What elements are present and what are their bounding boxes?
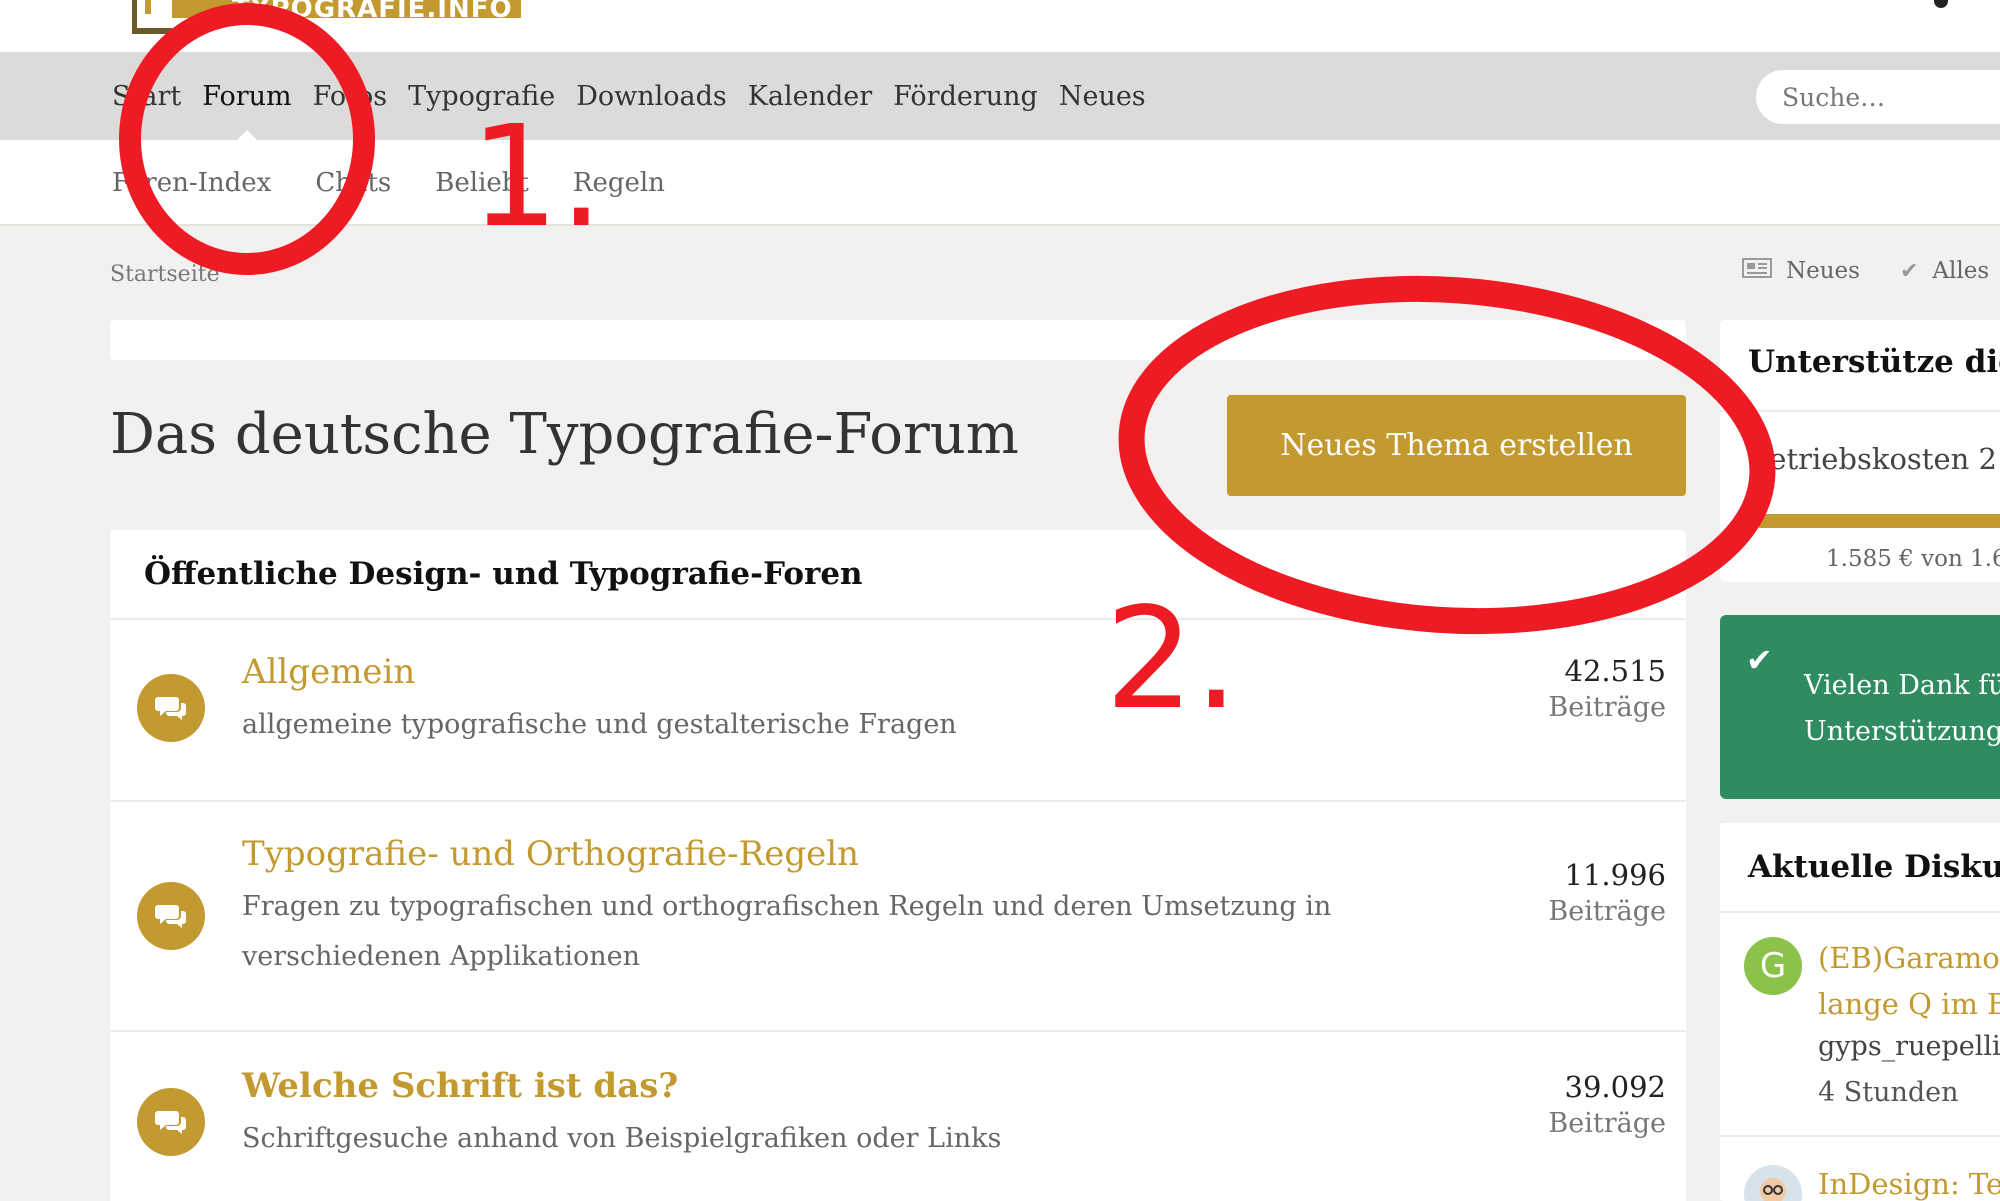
forum-stats: 11.996 Beiträge: [1548, 858, 1666, 927]
post-count: 39.092: [1564, 1070, 1666, 1104]
user-icon[interactable]: [1934, 0, 1948, 8]
post-count-label: Beiträge: [1548, 1108, 1666, 1139]
check-icon: ✔: [1899, 258, 1919, 284]
notice-bar: [110, 320, 1686, 360]
forum-description: allgemeine typografische und gestalteris…: [242, 709, 957, 740]
thanks-line-2: Unterstützung!: [1804, 716, 2000, 747]
breadcrumb[interactable]: Startseite: [110, 262, 220, 287]
forum-row-welche-schrift[interactable]: Welche Schrift ist das? Schriftgesuche a…: [110, 1032, 1686, 1201]
forum-stats: 42.515 Beiträge: [1548, 654, 1666, 723]
new-thread-button[interactable]: Neues Thema erstellen: [1227, 395, 1686, 496]
site-header: TYPOGRAFIE.INFO: [0, 0, 2000, 52]
support-title: Unterstütze die: [1748, 344, 2000, 380]
funding-progress-bar: [1754, 514, 2000, 528]
quick-links: Neues ✔ Alles: [1742, 258, 1989, 284]
forum-chat-icon: [137, 1088, 205, 1156]
post-count: 42.515: [1564, 654, 1666, 688]
sub-nav: Foren-Index Chats Beliebt Regeln: [0, 140, 2000, 226]
newspaper-icon: [1742, 258, 1772, 284]
post-count-label: Beiträge: [1548, 692, 1666, 723]
nav-item-start[interactable]: Start: [112, 81, 181, 112]
subnav-item-chats[interactable]: Chats: [315, 168, 391, 198]
forum-block: Öffentliche Design- und Typografie-Foren…: [110, 530, 1686, 1201]
discussions-title: Aktuelle Diskus: [1748, 849, 2000, 885]
post-count: 11.996: [1564, 858, 1666, 892]
forum-description: Schriftgesuche anhand von Beispielgrafik…: [242, 1123, 1002, 1154]
support-card: Unterstütze die Betriebskosten 2 1.585 €…: [1720, 320, 2000, 582]
discussion-time: 4 Stunden: [1818, 1077, 1959, 1108]
avatar[interactable]: [1744, 1165, 1802, 1201]
search-input[interactable]: Suche…: [1756, 70, 2000, 124]
forum-chat-icon: [137, 674, 205, 742]
annotation-step-1: 1.: [470, 96, 604, 259]
quick-link-neues-label: Neues: [1786, 258, 1860, 284]
forum-title[interactable]: Allgemein: [242, 652, 415, 692]
nav-item-forum[interactable]: Forum: [202, 81, 291, 112]
divider: [1720, 410, 2000, 412]
divider: [1720, 911, 2000, 913]
forum-stats: 39.092 Beiträge: [1548, 1070, 1666, 1139]
divider: [1720, 1135, 2000, 1137]
logo-icon: [132, 0, 172, 34]
discussion-title[interactable]: InDesign: Tex: [1818, 1167, 2000, 1201]
subnav-item-foren-index[interactable]: Foren-Index: [112, 168, 271, 198]
post-count-label: Beiträge: [1548, 896, 1666, 927]
annotation-step-2: 2.: [1105, 578, 1239, 741]
funding-amount: 1.585 € von 1.6: [1826, 546, 2000, 572]
check-icon: ✔: [1746, 641, 1773, 679]
logo-text: TYPOGRAFIE.INFO: [172, 0, 521, 18]
nav-item-foerderung[interactable]: Förderung: [893, 81, 1038, 112]
forum-row-regeln[interactable]: Typografie- und Orthografie-Regeln Frage…: [110, 802, 1686, 1032]
nav-item-fotos[interactable]: Fotos: [313, 81, 387, 112]
discussion-user[interactable]: gyps_ruepelli: [1818, 1031, 2000, 1062]
thanks-notice: ✔ Vielen Dank fü Unterstützung!: [1720, 615, 2000, 799]
site-logo[interactable]: TYPOGRAFIE.INFO: [132, 0, 521, 34]
quick-link-alles[interactable]: ✔ Alles: [1900, 258, 1989, 284]
forum-chat-icon: [137, 882, 205, 950]
thanks-line-1: Vielen Dank fü: [1804, 670, 2000, 701]
costs-label: Betriebskosten 2: [1748, 442, 1997, 476]
forum-title[interactable]: Typografie- und Orthografie-Regeln: [242, 834, 859, 874]
primary-nav: Start Forum Fotos Typografie Downloads K…: [0, 52, 2000, 140]
discussion-title[interactable]: (EB)Garamon lange Q im Bl: [1818, 935, 2000, 1027]
discussion-title-line-1: (EB)Garamon: [1818, 941, 2000, 975]
discussion-title-line-2: lange Q im Bl: [1818, 987, 2000, 1021]
forum-description: Fragen zu typografischen und orthografis…: [242, 891, 1332, 972]
thanks-message: Vielen Dank fü Unterstützung!: [1804, 663, 2000, 755]
avatar[interactable]: G: [1744, 937, 1802, 995]
page-title: Das deutsche Typografie-Forum: [110, 402, 1019, 467]
nav-item-kalender[interactable]: Kalender: [748, 81, 872, 112]
quick-link-neues[interactable]: Neues: [1742, 258, 1860, 284]
forum-title[interactable]: Welche Schrift ist das?: [242, 1066, 678, 1106]
discussions-card: Aktuelle Diskus G (EB)Garamon lange Q im…: [1720, 823, 2000, 1201]
forum-row-allgemein[interactable]: Allgemein allgemeine typografische und g…: [110, 620, 1686, 802]
nav-item-neues[interactable]: Neues: [1059, 81, 1146, 112]
quick-link-alles-label: Alles: [1932, 258, 1990, 284]
block-title: Öffentliche Design- und Typografie-Foren: [110, 530, 1686, 620]
